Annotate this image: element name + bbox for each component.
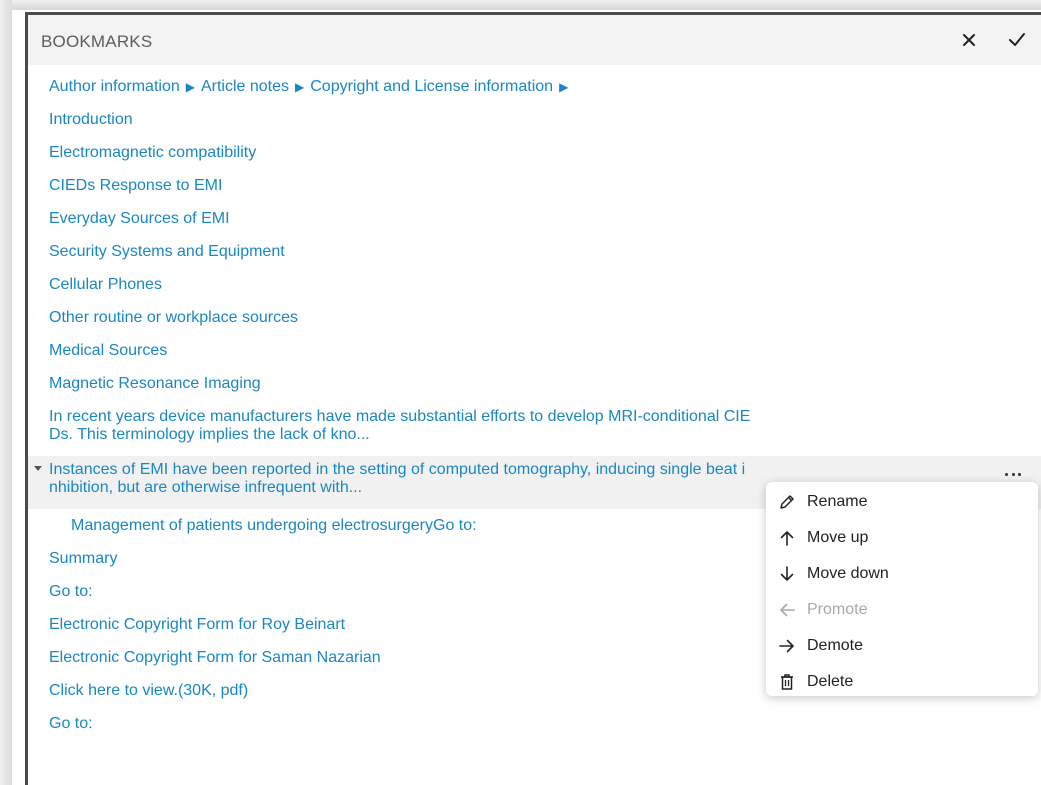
bookmark-item[interactable]: Click here to view.(30K, pdf) bbox=[49, 682, 248, 700]
menu-item-move-down[interactable]: Move down bbox=[766, 556, 1038, 592]
bookmark-item[interactable]: Introduction bbox=[49, 111, 133, 129]
more-options-button[interactable] bbox=[1005, 465, 1021, 483]
arrow-down-icon bbox=[780, 566, 794, 581]
breadcrumb-article-notes[interactable]: Article notes bbox=[201, 78, 289, 96]
window-frame-top bbox=[0, 0, 1041, 10]
bookmark-item[interactable]: Everyday Sources of EMI bbox=[49, 210, 230, 228]
menu-item-delete[interactable]: Delete bbox=[766, 664, 1038, 700]
bookmark-item[interactable]: Electronic Copyright Form for Saman Naza… bbox=[49, 649, 381, 667]
context-menu: Rename Move up Move down Promote Demote bbox=[766, 482, 1038, 696]
menu-item-demote[interactable]: Demote bbox=[766, 628, 1038, 664]
bookmark-item[interactable]: Electromagnetic compatibility bbox=[49, 144, 256, 162]
panel-header: BOOKMARKS bbox=[28, 15, 1041, 65]
bookmark-item[interactable]: Magnetic Resonance Imaging bbox=[49, 375, 261, 393]
bookmark-item[interactable]: Go to: bbox=[49, 583, 93, 601]
collapse-caret-icon[interactable] bbox=[34, 466, 42, 471]
panel-title: BOOKMARKS bbox=[41, 32, 153, 51]
bookmark-item[interactable]: CIEDs Response to EMI bbox=[49, 177, 222, 195]
menu-item-label: Rename bbox=[807, 493, 868, 510]
more-dot-icon bbox=[1005, 472, 1008, 476]
menu-item-label: Promote bbox=[807, 601, 868, 618]
breadcrumb-arrow-icon: ▶ bbox=[295, 80, 305, 94]
breadcrumb-copyright-license[interactable]: Copyright and License information bbox=[310, 78, 553, 96]
breadcrumb-arrow-icon: ▶ bbox=[559, 80, 569, 94]
bookmark-line: Instances of EMI have been reported in t… bbox=[49, 461, 746, 478]
bookmark-item-long[interactable]: In recent years device manufacturers hav… bbox=[49, 408, 750, 444]
confirm-button[interactable] bbox=[1004, 27, 1030, 53]
menu-item-label: Delete bbox=[807, 673, 854, 690]
arrow-left-icon bbox=[780, 603, 795, 617]
bookmark-line: In recent years device manufacturers hav… bbox=[49, 408, 751, 425]
bookmark-item[interactable]: Go to: bbox=[49, 715, 93, 733]
menu-item-promote: Promote bbox=[766, 592, 1038, 628]
window-frame-left bbox=[0, 0, 12, 785]
bookmark-line: Ds. This terminology implies the lack of… bbox=[49, 426, 370, 443]
bookmark-item[interactable]: Cellular Phones bbox=[49, 276, 162, 294]
bookmark-item[interactable]: Electronic Copyright Form for Roy Beinar… bbox=[49, 616, 345, 634]
bookmark-item-selected[interactable]: Instances of EMI have been reported in t… bbox=[49, 461, 745, 497]
close-button[interactable] bbox=[956, 27, 982, 53]
menu-item-label: Demote bbox=[807, 637, 864, 654]
arrow-right-icon bbox=[779, 639, 794, 653]
bookmarks-panel: BOOKMARKS Author information ▶ Article n… bbox=[25, 12, 1041, 785]
bookmark-item[interactable]: Security Systems and Equipment bbox=[49, 243, 285, 261]
menu-item-label: Move up bbox=[807, 529, 869, 546]
bookmark-item[interactable]: Other routine or workplace sources bbox=[49, 309, 298, 327]
breadcrumb-arrow-icon: ▶ bbox=[185, 80, 195, 94]
menu-item-label: Move down bbox=[807, 565, 889, 582]
bookmark-item-child[interactable]: Management of patients undergoing electr… bbox=[71, 517, 477, 535]
menu-item-rename[interactable]: Rename bbox=[766, 484, 1038, 520]
more-dot-icon bbox=[1018, 472, 1021, 476]
pencil-icon bbox=[780, 495, 794, 509]
bookmark-line: nhibition, but are otherwise infrequent … bbox=[49, 479, 363, 496]
menu-item-move-up[interactable]: Move up bbox=[766, 520, 1038, 556]
checkmark-icon bbox=[1009, 33, 1025, 46]
breadcrumb: Author information ▶ Article notes ▶ Cop… bbox=[49, 78, 574, 96]
bookmark-item[interactable]: Medical Sources bbox=[49, 342, 167, 360]
bookmark-item[interactable]: Summary bbox=[49, 550, 117, 568]
trash-icon bbox=[781, 674, 793, 690]
close-icon bbox=[963, 34, 975, 46]
breadcrumb-author-information[interactable]: Author information bbox=[49, 78, 180, 96]
arrow-up-icon bbox=[780, 531, 794, 546]
more-dot-icon bbox=[1011, 472, 1015, 476]
